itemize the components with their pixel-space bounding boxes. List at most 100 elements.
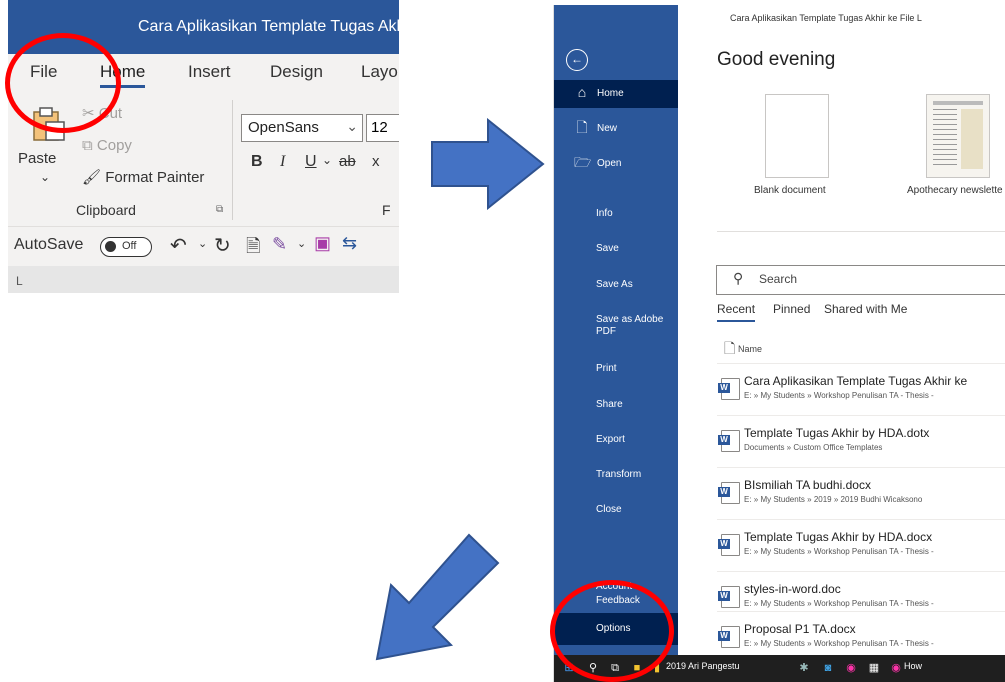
file-row[interactable]: W Template Tugas Akhir by HDA.docx E: » … (717, 519, 1005, 572)
quick-access-toolbar: AutoSave Off ↶ ⌄ ↻ 🗎 ✎ ⌄ ▣ ⇆ (8, 226, 399, 267)
nav-item-info[interactable]: Info (554, 200, 678, 228)
undo-icon[interactable]: ↶ (170, 233, 187, 258)
blank-document-thumbnail[interactable] (765, 94, 829, 178)
taskbar-folder-label[interactable]: 2019 Ari Pangestu (666, 661, 740, 671)
highlight-dropdown-icon[interactable]: ⌄ (297, 237, 306, 250)
word-file-icon: W (718, 586, 740, 608)
search-icon: ⚲ (733, 270, 744, 286)
sticky-notes-icon[interactable]: ■ (630, 661, 644, 675)
greeting: Good evening (717, 49, 836, 70)
search-input[interactable]: ⚲ Search (716, 265, 1005, 295)
tab-home[interactable]: Home (100, 62, 146, 88)
template-label-apothecary: Apothecary newslette (907, 185, 1003, 196)
undo-dropdown-icon[interactable]: ⌄ (198, 237, 207, 250)
task-view-icon[interactable]: ⧉ (608, 661, 622, 675)
outlook-icon[interactable]: ◙ (821, 661, 835, 675)
format-painter-button[interactable]: 🖌 Format Painter (82, 168, 204, 186)
nav-item-print[interactable]: Print (554, 355, 678, 383)
nav-item-options[interactable]: Options (554, 613, 678, 645)
copy-button[interactable]: ⧉ Copy (82, 137, 132, 154)
redo-icon[interactable]: ↻ (214, 233, 231, 258)
dialog-launcher-icon[interactable]: ⧉ (216, 204, 223, 215)
nav-item-new[interactable]: 🗋 New (554, 115, 678, 143)
tab-layout[interactable]: Layo (361, 62, 398, 82)
nav-item-share[interactable]: Share (554, 391, 678, 419)
paste-button[interactable]: Paste (18, 150, 56, 167)
nav-item-open[interactable]: 🗁 Open (554, 150, 678, 178)
arrow-right-icon (431, 118, 545, 210)
word-backstage-crop: ← ⌂ Home 🗋 New 🗁 Open Info Save Save As … (553, 5, 1005, 682)
word-file-icon: W (718, 534, 740, 556)
paste-icon[interactable] (30, 104, 68, 142)
title-bar: Cara Aplikasikan Template Tugas Akh (8, 0, 399, 54)
nav-item-home[interactable]: ⌂ Home (554, 80, 678, 108)
subscript-button[interactable]: x (372, 153, 380, 170)
nav-item-save[interactable]: Save (554, 235, 678, 263)
calculator-icon[interactable]: ▦ (867, 661, 881, 675)
word-file-icon: W (718, 430, 740, 452)
tab-recent[interactable]: Recent (717, 302, 756, 322)
chrome-icon[interactable]: ◉ (889, 661, 903, 675)
print-preview-icon[interactable]: 🗎 (246, 234, 260, 264)
nav-item-save-as-adobe-pdf[interactable]: Save as Adobe PDF (554, 306, 678, 346)
back-arrow-icon[interactable]: ← (566, 49, 588, 71)
highlight-icon[interactable]: ✎ (272, 234, 287, 255)
font-name-box[interactable]: OpenSans ⌄ (241, 114, 363, 142)
folder-icon: 🗁 (574, 154, 592, 170)
font-size-box[interactable]: 12 (366, 114, 399, 142)
taskbar-app-label[interactable]: How (904, 661, 922, 671)
tab-pinned[interactable]: Pinned (773, 302, 810, 316)
italic-button[interactable]: I (280, 153, 285, 171)
bold-button[interactable]: B (251, 153, 263, 171)
window-title: Cara Aplikasikan Template Tugas Akhir ke… (730, 13, 922, 23)
home-icon: ⌂ (577, 84, 587, 100)
strikethrough-button[interactable]: ab (339, 153, 356, 170)
new-document-icon: 🗋 (576, 119, 588, 135)
nav-item-save-as[interactable]: Save As (554, 271, 678, 299)
tab-file[interactable]: File (30, 62, 57, 82)
folder-icon[interactable]: ▮ (650, 661, 664, 675)
search-icon[interactable]: ⚲ (586, 661, 600, 675)
nav-item-export[interactable]: Export (554, 426, 678, 454)
underline-button[interactable]: U (305, 153, 317, 171)
copy-icon: ⧉ (82, 137, 93, 154)
ruler: L (8, 266, 399, 293)
backstage-main: Cara Aplikasikan Template Tugas Akhir ke… (678, 5, 1005, 655)
cut-button[interactable]: ✂ Cut (82, 104, 122, 122)
word-file-icon: W (718, 626, 740, 648)
underline-dropdown-icon[interactable]: ⌄ (322, 153, 332, 167)
autosave-toggle[interactable]: Off (100, 237, 152, 257)
chrome-icon[interactable]: ◉ (844, 661, 858, 675)
ribbon-tabs: File Home Insert Design Layo (8, 54, 399, 94)
apothecary-newsletter-thumbnail[interactable] (926, 94, 990, 178)
scissors-icon: ✂ (82, 105, 95, 122)
tab-insert[interactable]: Insert (188, 62, 231, 82)
nav-item-feedback[interactable]: Feedback (554, 582, 678, 610)
clipboard-group-label: Clipboard (76, 202, 136, 218)
tab-shared-with-me[interactable]: Shared with Me (824, 302, 907, 316)
app-icon[interactable]: ✱ (797, 661, 811, 675)
tab-design[interactable]: Design (270, 62, 323, 82)
file-type-icon: 🗋 (724, 340, 736, 356)
paste-dropdown-icon[interactable]: ⌄ (40, 170, 50, 184)
backstage-nav: ← ⌂ Home 🗋 New 🗁 Open Info Save Save As … (554, 5, 678, 655)
group-divider (232, 100, 233, 220)
arrow-down-left-icon (375, 533, 500, 661)
template-label-blank: Blank document (754, 185, 826, 196)
file-row[interactable]: W Cara Aplikasikan Template Tugas Akhir … (717, 363, 1005, 416)
format-icon[interactable]: ⇆ (342, 233, 357, 254)
file-row[interactable]: W BIsmiliah TA budhi.docx E: » My Studen… (717, 467, 1005, 520)
nav-item-transform[interactable]: Transform (554, 461, 678, 489)
column-header-name[interactable]: Name (738, 344, 762, 354)
nav-item-close[interactable]: Close (554, 496, 678, 524)
section-divider (717, 231, 1005, 232)
word-ribbon-crop: Cara Aplikasikan Template Tugas Akh File… (8, 0, 399, 293)
ruler-tab-marker[interactable]: L (16, 274, 23, 288)
word-file-icon: W (718, 482, 740, 504)
brush-icon: 🖌 (82, 169, 102, 186)
toggle-knob (105, 241, 116, 252)
file-row[interactable]: W Template Tugas Akhir by HDA.dotx Docum… (717, 415, 1005, 468)
windows-start-icon[interactable]: ⊞ (562, 661, 576, 675)
save-icon[interactable]: ▣ (314, 233, 331, 254)
autosave-label: AutoSave (14, 236, 84, 253)
